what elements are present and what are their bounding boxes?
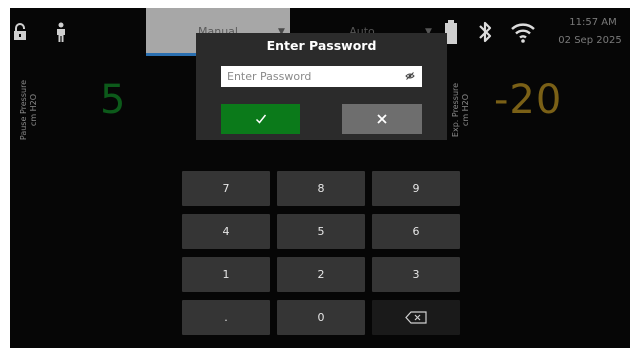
key-4[interactable]: 4	[182, 214, 270, 249]
exp-pressure-unit: cm H2O	[461, 93, 470, 127]
exp-pressure-value[interactable]: -20	[494, 78, 562, 122]
key-8[interactable]: 8	[277, 171, 365, 206]
pause-pressure-label: Pause Pressure cm H2O	[19, 78, 39, 142]
eye-hide-icon[interactable]	[405, 71, 415, 81]
key-2[interactable]: 2	[277, 257, 365, 292]
pause-pressure-value[interactable]: 5	[100, 78, 125, 122]
confirm-button[interactable]	[221, 104, 300, 134]
checkmark-icon	[255, 114, 267, 124]
pause-pressure-unit: cm H2O	[29, 93, 38, 127]
dialog-title: Enter Password	[266, 38, 377, 53]
key-decimal[interactable]: .	[182, 300, 270, 335]
cancel-button[interactable]	[342, 104, 422, 134]
device-screen: Manual ▼ Auto ▼ 11:57 AM 02 Sep 2025 Pau…	[10, 8, 630, 348]
key-9[interactable]: 9	[372, 171, 460, 206]
exp-pressure-title: Exp. Pressure	[451, 82, 460, 138]
status-time: 11:57 AM	[569, 17, 617, 28]
backspace-key[interactable]	[372, 300, 460, 335]
key-5[interactable]: 5	[277, 214, 365, 249]
key-6[interactable]: 6	[372, 214, 460, 249]
lock-icon[interactable]	[13, 23, 27, 41]
person-icon[interactable]	[55, 22, 67, 43]
key-1[interactable]: 1	[182, 257, 270, 292]
tab-active-indicator	[146, 53, 196, 56]
status-date: 02 Sep 2025	[558, 35, 622, 46]
exp-pressure-label: Exp. Pressure cm H2O	[451, 78, 471, 142]
password-dialog: Enter Password	[196, 33, 447, 140]
key-0[interactable]: 0	[277, 300, 365, 335]
bluetooth-icon[interactable]	[477, 20, 493, 44]
key-3[interactable]: 3	[372, 257, 460, 292]
pause-pressure-title: Pause Pressure	[19, 79, 28, 141]
password-input[interactable]	[221, 66, 422, 87]
close-icon	[377, 114, 387, 124]
key-7[interactable]: 7	[182, 171, 270, 206]
wifi-icon[interactable]	[510, 21, 536, 43]
backspace-icon	[405, 311, 427, 324]
